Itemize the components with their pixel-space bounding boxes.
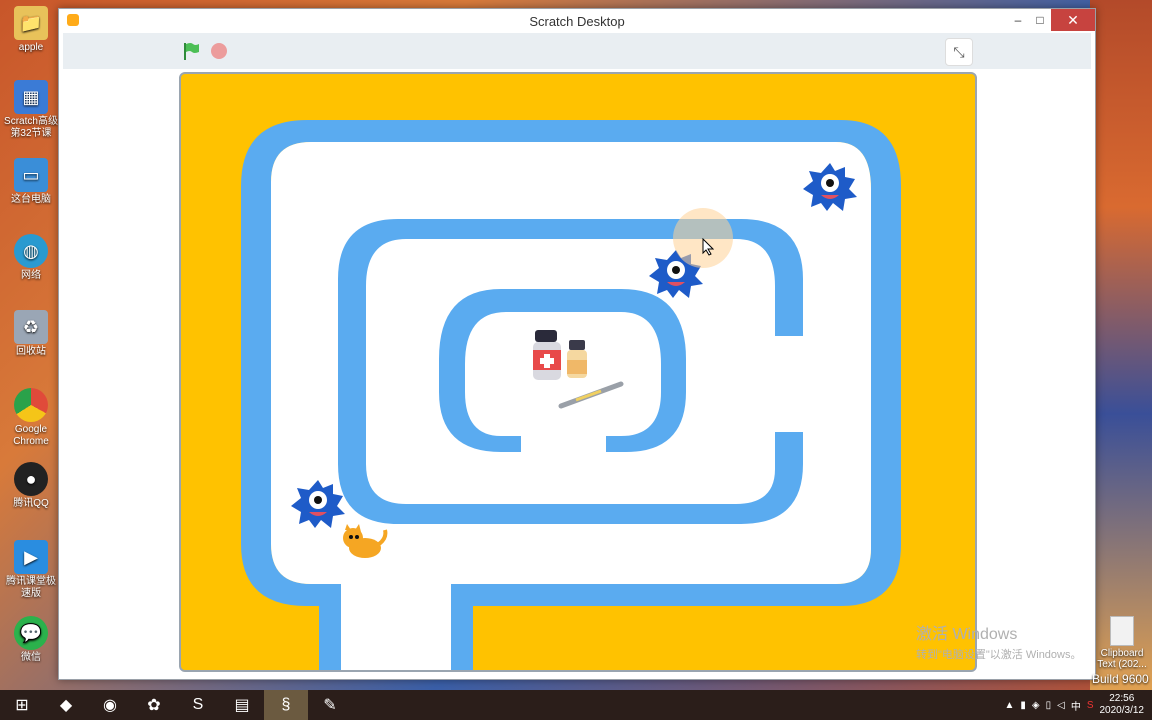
- windows-start-icon[interactable]: ⊞: [0, 690, 44, 720]
- recycle-bin-icon: ♻: [14, 310, 48, 344]
- desktop-icon-qq[interactable]: ● 腾讯QQ: [2, 462, 60, 510]
- tencent-class-icon: ▶: [14, 540, 48, 574]
- desktop-background: [1090, 0, 1152, 690]
- stop-icon[interactable]: [211, 43, 227, 59]
- signal-icon[interactable]: ▮: [1020, 700, 1026, 711]
- taskbar: ⊞ ◆ ◉ ✿ S ▤ § ✎ ▲ ▮ ◈ ▯ ◁ 中 S 22:56 2020…: [0, 690, 1152, 720]
- tool-icon[interactable]: ✎: [308, 690, 352, 720]
- desktop-icon-label: Clipboard Text (202...: [1097, 648, 1147, 670]
- title-bar[interactable]: Scratch Desktop – □ ✕: [59, 9, 1095, 33]
- activate-windows-watermark: 激活 Windows 转到"电脑设置"以激活 Windows。: [916, 620, 1082, 662]
- desktop-icons: 📁 apple ▦ Scratch高级第32节课 ▭ 这台电脑 ◍ 网络 ♻ 回…: [0, 0, 62, 690]
- computer-icon: ▭: [14, 158, 48, 192]
- desktop-icon-apple[interactable]: 📁 apple: [2, 6, 60, 54]
- tray-arrow-icon[interactable]: ▲: [1004, 700, 1014, 711]
- window-title: Scratch Desktop: [529, 13, 625, 29]
- sogou-tray-icon[interactable]: S: [1087, 700, 1094, 711]
- desktop-icon-tencent-class[interactable]: ▶ 腾讯课堂极速版: [2, 540, 60, 600]
- system-tray: ▲ ▮ ◈ ▯ ◁ 中 S 22:56 2020/3/12: [1004, 690, 1144, 720]
- scratch-app-icon: [67, 14, 79, 26]
- qq-icon: ●: [14, 462, 48, 496]
- monster-sprite-1[interactable]: [801, 159, 859, 215]
- text-file-icon: [1110, 616, 1134, 646]
- window-controls: – □ ✕: [1007, 9, 1095, 31]
- chrome-icon[interactable]: ◉: [88, 690, 132, 720]
- scratch-icon[interactable]: §: [264, 690, 308, 720]
- desktop-icon-wechat[interactable]: 💬 微信: [2, 616, 60, 664]
- cat-sprite[interactable]: [339, 524, 389, 564]
- clock-date: 2020/3/12: [1099, 705, 1145, 716]
- desktop-icon-label: apple: [18, 42, 44, 53]
- folder-icon: 📁: [14, 6, 48, 40]
- ime-indicator[interactable]: 中: [1071, 698, 1081, 713]
- file-explorer-icon[interactable]: ▤: [220, 690, 264, 720]
- desktop-icon-label: 腾讯课堂极速版: [6, 576, 56, 599]
- archive-icon: ▦: [14, 80, 48, 114]
- desktop-icon-label: 网络: [21, 270, 41, 281]
- clock-time: 22:56: [1109, 693, 1135, 704]
- watermark-subtitle: 转到"电脑设置"以激活 Windows。: [916, 649, 1082, 661]
- speaker-icon[interactable]: ◁: [1057, 700, 1065, 711]
- desktop-icon-recycle-bin[interactable]: ♻ 回收站: [2, 310, 60, 358]
- mouse-cursor-icon: [702, 238, 714, 256]
- desktop-icon-label: Scratch高级第32节课: [4, 116, 58, 139]
- minimize-button[interactable]: –: [1007, 9, 1029, 31]
- wechat-icon: 💬: [14, 616, 48, 650]
- maximize-button[interactable]: □: [1029, 9, 1051, 31]
- battery-icon[interactable]: ▯: [1046, 700, 1052, 711]
- desktop-icon-clipboard-file[interactable]: Clipboard Text (202...: [1094, 616, 1150, 670]
- desktop-icon-this-pc[interactable]: ▭ 这台电脑: [2, 158, 60, 206]
- app-icon[interactable]: ◆: [44, 690, 88, 720]
- chrome-icon: [14, 388, 48, 422]
- network-icon: ◍: [14, 234, 48, 268]
- stage-toolbar: ⤡: [63, 33, 1091, 69]
- clock[interactable]: 22:56 2020/3/12: [1100, 693, 1145, 717]
- watermark-title: 激活 Windows: [916, 626, 1018, 643]
- desktop-icon-label: Google Chrome: [13, 424, 49, 447]
- shield-icon[interactable]: ◈: [1032, 700, 1040, 711]
- desktop-icon-chrome[interactable]: Google Chrome: [2, 388, 60, 448]
- close-button[interactable]: ✕: [1051, 9, 1095, 31]
- stage-canvas[interactable]: [179, 72, 977, 672]
- desktop-icon-label: 这台电脑: [11, 194, 51, 205]
- sogou-icon[interactable]: S: [176, 690, 220, 720]
- green-flag-icon[interactable]: [181, 41, 201, 61]
- desktop-icon-label: 腾讯QQ: [13, 498, 49, 509]
- desktop-icon-scratch-archive[interactable]: ▦ Scratch高级第32节课: [2, 80, 60, 140]
- exit-fullscreen-button[interactable]: ⤡: [945, 38, 973, 66]
- scratch-window: Scratch Desktop – □ ✕ ⤡: [58, 8, 1096, 680]
- desktop-icon-label: 微信: [21, 652, 41, 663]
- build-text: Build 9600: [1092, 672, 1149, 686]
- desktop-icon-network[interactable]: ◍ 网络: [2, 234, 60, 282]
- desktop-icon-label: 回收站: [16, 346, 46, 357]
- medicine-sprite[interactable]: [531, 326, 627, 416]
- app2-icon[interactable]: ✿: [132, 690, 176, 720]
